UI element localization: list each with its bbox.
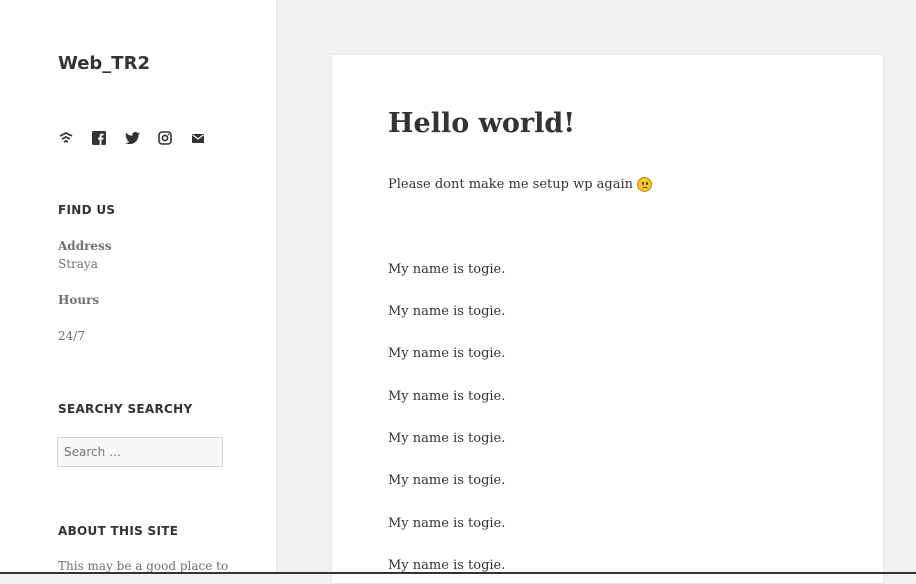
post-line: My name is togie.	[388, 389, 506, 404]
frown-emoji-icon	[637, 177, 653, 192]
hours-value: 24/7	[58, 329, 85, 343]
twitter-icon[interactable]	[124, 130, 140, 146]
post-line: My name is togie.	[388, 262, 506, 277]
find-us-title: FIND US	[58, 203, 116, 217]
search-input[interactable]	[57, 437, 223, 467]
post-line: My name is togie.	[388, 558, 506, 573]
post-article: Hello world! Please dont make me setup w…	[331, 54, 884, 584]
post-line: My name is togie.	[388, 516, 506, 531]
post-line: My name is togie.	[388, 473, 506, 488]
site-title[interactable]: Web_TR2	[58, 53, 150, 74]
address-label: Address	[58, 239, 112, 253]
instagram-icon[interactable]	[157, 130, 173, 146]
social-links	[58, 130, 206, 146]
post-intro-text: Please dont make me setup wp again	[388, 177, 634, 192]
facebook-icon[interactable]	[91, 130, 107, 146]
search-widget-title: SEARCHY SEARCHY	[58, 402, 193, 416]
mail-icon[interactable]	[190, 130, 206, 146]
sidebar: Web_TR2 FIND US Address Straya Hours 24/…	[0, 0, 277, 574]
hours-label: Hours	[58, 293, 100, 307]
post-line: My name is togie.	[388, 304, 506, 319]
address-value: Straya	[58, 257, 98, 271]
post-title[interactable]: Hello world!	[388, 108, 575, 139]
wordpress-icon[interactable]	[58, 130, 74, 146]
post-line: My name is togie.	[388, 431, 506, 446]
post-intro: Please dont make me setup wp again	[388, 177, 653, 192]
about-text: This may be a good place to	[58, 559, 229, 573]
about-title: ABOUT THIS SITE	[58, 524, 179, 538]
post-line: My name is togie.	[388, 346, 506, 361]
